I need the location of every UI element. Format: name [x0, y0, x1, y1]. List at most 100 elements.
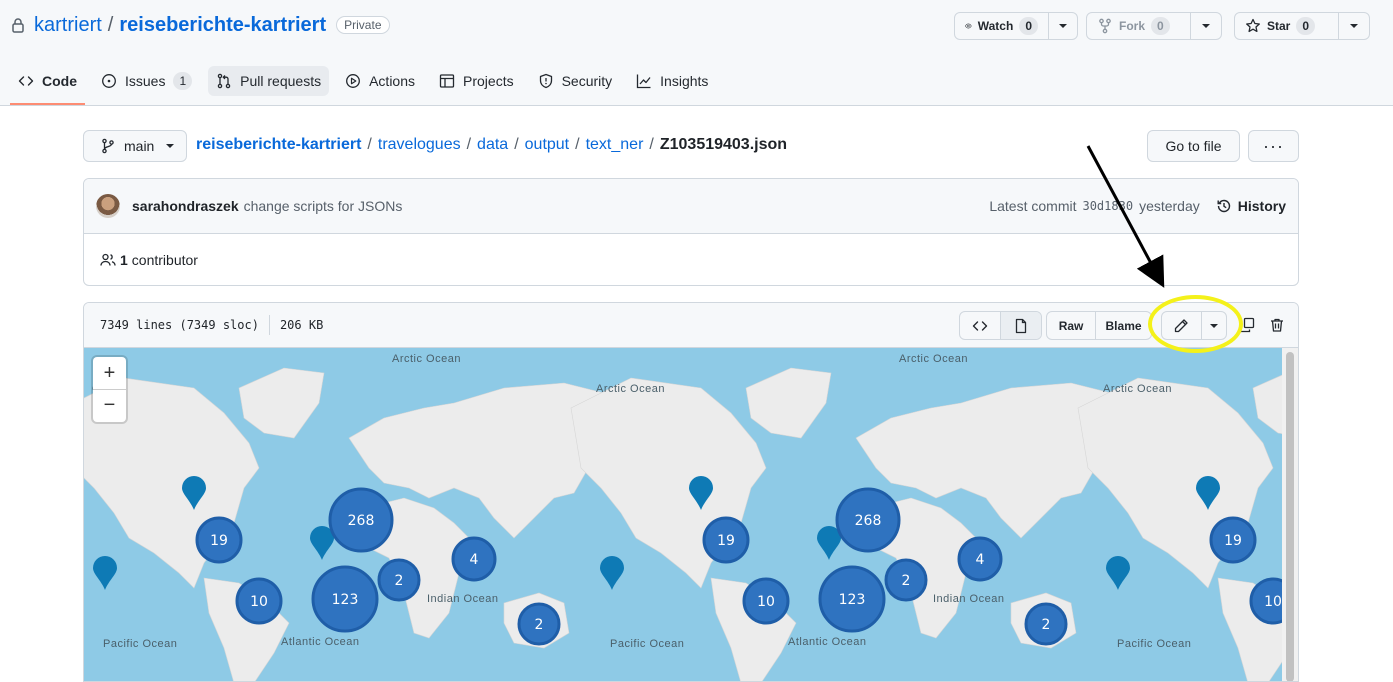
cluster-count-label: 10 [250, 594, 268, 610]
more-options-button[interactable]: ··· [1248, 130, 1299, 162]
map-pin-marker[interactable] [310, 526, 334, 560]
tab-issues[interactable]: Issues 1 [93, 66, 200, 96]
cluster-count-label: 10 [757, 594, 775, 610]
watch-dropdown-button[interactable] [1049, 13, 1077, 39]
star-label: Star [1267, 19, 1291, 33]
breadcrumb-output-link[interactable]: output [525, 136, 569, 154]
cluster-count-label: 2 [395, 573, 404, 589]
watch-label: Watch [977, 19, 1014, 33]
caret-down-icon [1350, 24, 1358, 28]
commit-header: sarahondraszek change scripts for JSONs … [84, 179, 1298, 234]
breadcrumb-data-link[interactable]: data [477, 136, 508, 154]
zoom-in-button[interactable]: + [93, 357, 126, 389]
trash-icon [1271, 318, 1283, 332]
watch-button[interactable]: Watch 0 [955, 13, 1049, 39]
rendered-view-button[interactable] [1000, 312, 1041, 339]
map-cluster-marker[interactable]: 10 [235, 577, 283, 625]
breadcrumb-separator: / [466, 136, 472, 153]
commit-message-link[interactable]: change scripts for JSONs [244, 198, 403, 214]
map-pin-marker[interactable] [817, 526, 841, 560]
map-scrollbar[interactable] [1282, 348, 1298, 681]
tab-projects[interactable]: Projects [431, 66, 522, 96]
map-cluster-marker[interactable]: 123 [311, 565, 379, 633]
map-scrollbar-thumb[interactable] [1286, 352, 1294, 681]
history-link[interactable]: History [1216, 198, 1286, 214]
star-button[interactable]: Star 0 [1235, 13, 1339, 39]
tab-insights[interactable]: Insights [628, 66, 716, 96]
commit-sha-link[interactable]: 30d1830 [1082, 199, 1133, 213]
contributor-label: contributor [131, 252, 198, 268]
ocean-label: Atlantic Ocean [788, 636, 867, 648]
cluster-count-label: 19 [210, 533, 228, 549]
ocean-label: Arctic Ocean [899, 353, 968, 365]
world-tile-3 [1077, 374, 1282, 681]
raw-button[interactable]: Raw [1047, 312, 1095, 339]
map-cluster-marker[interactable]: 2 [884, 558, 928, 602]
breadcrumb-text-ner-link[interactable]: text_ner [586, 136, 644, 154]
cluster-count-label: 2 [1042, 617, 1051, 633]
file-viewer: 7349 lines (7349 sloc) 206 KB Raw Blame [83, 302, 1299, 682]
map-cluster-marker[interactable]: 123 [818, 565, 886, 633]
branch-select-button[interactable]: main [83, 130, 187, 162]
star-dropdown-button[interactable] [1339, 13, 1369, 39]
fork-label: Fork [1119, 19, 1146, 33]
play-icon [346, 74, 361, 88]
shield-icon [539, 73, 552, 89]
repo-name-link[interactable]: reiseberichte-kartriert [119, 14, 326, 37]
cluster-count-label: 2 [535, 617, 544, 633]
map-cluster-marker[interactable]: 2 [517, 602, 561, 646]
pull-request-icon [217, 73, 231, 89]
map-pin-marker[interactable] [1106, 556, 1130, 590]
zoom-out-button[interactable]: − [93, 389, 126, 421]
breadcrumb-separator: / [649, 136, 654, 153]
map-pin-marker[interactable] [600, 556, 624, 590]
avatar[interactable] [96, 194, 120, 218]
git-branch-icon [102, 138, 114, 154]
map-cluster-marker[interactable]: 4 [957, 536, 1003, 582]
breadcrumb-root-link[interactable]: reiseberichte-kartriert [196, 136, 361, 154]
visibility-badge: Private [336, 16, 390, 34]
tab-insights-label: Insights [660, 73, 709, 89]
ocean-label: Pacific Ocean [610, 638, 685, 650]
fork-dropdown-button[interactable] [1191, 13, 1221, 39]
tab-actions[interactable]: Actions [337, 66, 423, 96]
contributors-row[interactable]: 1 contributor [84, 234, 1298, 285]
tab-code[interactable]: Code [10, 66, 85, 105]
geojson-map[interactable]: 268 123 19 10 4 2 2 268 123 19 10 4 2 2 19 10 Arctic Oc… [84, 348, 1282, 681]
header-divider [268, 315, 270, 335]
star-icon [1246, 18, 1260, 33]
map-cluster-marker[interactable]: 10 [742, 577, 790, 625]
commit-time: yesterday [1139, 198, 1200, 214]
caret-down-icon [1202, 24, 1210, 28]
breadcrumb: reiseberichte-kartriert / travelogues / … [196, 136, 787, 154]
delete-button[interactable] [1268, 316, 1286, 334]
map-cluster-marker[interactable]: 2 [377, 558, 421, 602]
commit-author-link[interactable]: sarahondraszek [132, 198, 239, 214]
ocean-label: Pacific Ocean [1117, 638, 1192, 650]
cluster-count-label: 10 [1264, 594, 1282, 610]
fork-button[interactable]: Fork 0 [1087, 13, 1191, 39]
map-cluster-marker[interactable]: 4 [451, 536, 497, 582]
map-cluster-marker[interactable]: 19 [702, 516, 750, 564]
map-cluster-marker[interactable]: 2 [1024, 602, 1068, 646]
fork-count: 0 [1151, 17, 1170, 35]
blame-button[interactable]: Blame [1095, 312, 1151, 339]
file-line-count: 7349 lines (7349 sloc) [100, 318, 259, 332]
map-cluster-marker[interactable]: 268 [835, 487, 901, 553]
lock-icon [12, 18, 24, 33]
tab-pull-requests[interactable]: Pull requests [208, 66, 330, 96]
breadcrumb-travelogues-link[interactable]: travelogues [378, 136, 461, 154]
cluster-count-label: 4 [470, 552, 479, 568]
repo-owner-link[interactable]: kartriert [34, 14, 102, 37]
map-cluster-marker[interactable]: 19 [195, 516, 243, 564]
world-map-svg: 268 123 19 10 4 2 2 268 123 19 10 4 2 2 19 10 [84, 367, 1282, 681]
map-cluster-marker[interactable]: 268 [328, 487, 394, 553]
code-view-button[interactable] [960, 312, 1000, 339]
map-pin-marker[interactable] [93, 556, 117, 590]
map-cluster-marker[interactable]: 19 [1209, 516, 1257, 564]
map-cluster-marker[interactable]: 10 [1249, 577, 1282, 625]
zoom-control: + − [93, 357, 126, 422]
go-to-file-button[interactable]: Go to file [1147, 130, 1240, 162]
tab-security[interactable]: Security [530, 66, 621, 96]
latest-commit-box: sarahondraszek change scripts for JSONs … [83, 178, 1299, 286]
